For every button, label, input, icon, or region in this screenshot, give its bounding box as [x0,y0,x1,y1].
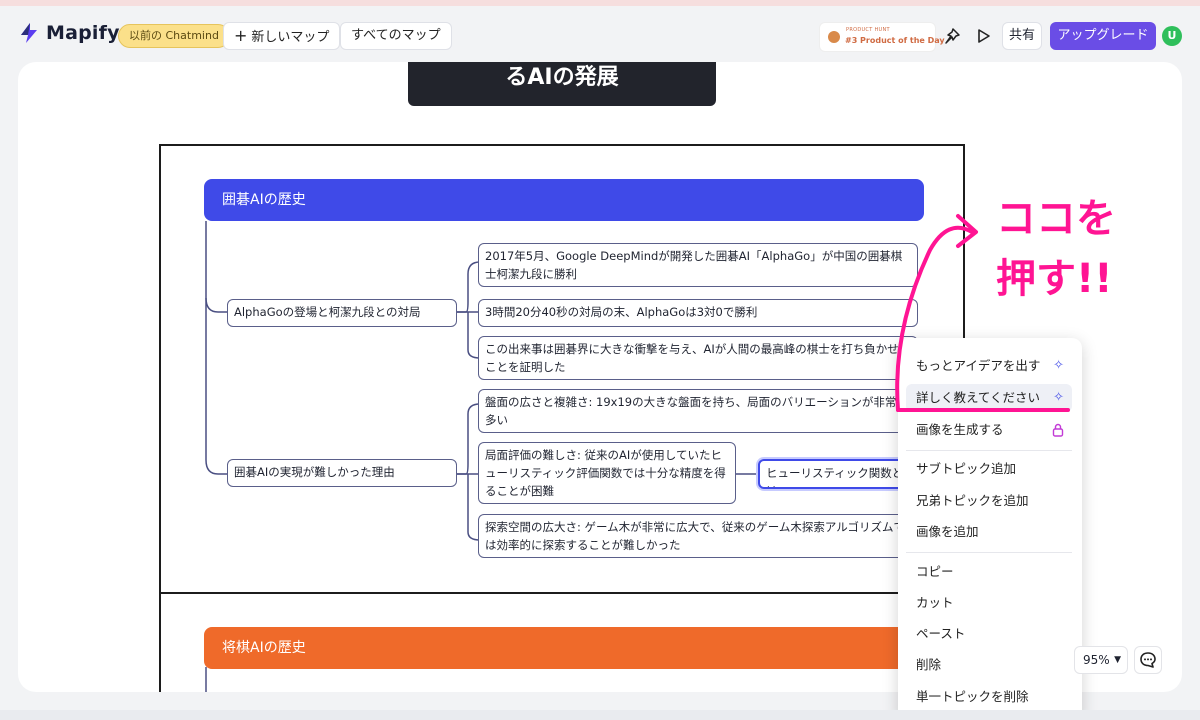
menu-item-add-subtopic[interactable]: サブトピック追加 [906,455,1072,483]
detail-difficulty-2[interactable]: 局面評価の難しさ: 従来のAIが使用していたヒューリスティック評価関数では十分な… [478,442,736,504]
selected-node-heuristic[interactable]: ヒューリスティック関数とは [758,459,918,489]
product-hunt-main-text: #3 Product of the Day [845,36,945,45]
menu-separator [906,450,1072,451]
pin-button[interactable] [940,24,964,48]
medal-icon [828,31,840,43]
menu-item-paste[interactable]: ペースト [906,620,1072,648]
mapify-logo-icon [21,23,37,43]
menu-item-generate-image[interactable]: 画像を生成する [906,416,1072,444]
menu-item-label: もっとアイデアを出す [916,358,1041,373]
sparkle-icon: ✧ [1053,390,1064,405]
new-map-label: 新しいマップ [251,30,330,45]
detail-alphago-2[interactable]: 3時間20分40秒の対局の末、AlphaGoは3対0で勝利 [478,299,918,327]
topic-alphago[interactable]: AlphaGoの登場と柯潔九段との対局 [227,299,457,327]
sparkle-icon: ✧ [1053,358,1064,373]
topic-difficulty[interactable]: 囲碁AIの実現が難しかった理由 [227,459,457,487]
menu-separator [906,552,1072,553]
menu-item-cut[interactable]: カット [906,589,1072,617]
share-button[interactable]: 共有 [1002,22,1042,50]
new-map-button[interactable]: + 新しいマップ [223,22,341,50]
chatmind-badge[interactable]: 以前の Chatmind [118,24,230,48]
zoom-level: 95% [1083,653,1110,667]
all-maps-button[interactable]: すべてのマップ [340,22,452,50]
menu-item-delete[interactable]: 削除 [906,651,1072,679]
detail-difficulty-3[interactable]: 探索空間の広大さ: ゲーム木が非常に広大で、従来のゲーム木探索アルゴリズムでは効… [478,514,918,558]
logo-text: Mapify [46,22,120,44]
plus-icon: + [234,26,248,45]
app-header: Mapify 以前の Chatmind + 新しいマップ すべてのマップ PROD… [0,6,1200,58]
menu-item-more-ideas[interactable]: もっとアイデアを出す ✧ [906,352,1072,380]
os-taskbar [0,710,1200,720]
menu-item-add-sibling[interactable]: 兄弟トピックを追加 [906,487,1072,515]
user-avatar[interactable]: U [1162,26,1182,46]
menu-item-label: 詳しく教えてください [916,390,1041,405]
zoom-control[interactable]: 95% ▼ [1074,646,1128,674]
mapify-logo[interactable]: Mapify [18,22,120,44]
product-hunt-small-text: PRODUCT HUNT [846,27,890,33]
chevron-down-icon: ▼ [1114,655,1121,665]
menu-item-delete-single[interactable]: 単一トピックを削除 [906,683,1072,711]
menu-item-explain-more[interactable]: 詳しく教えてください ✧ [906,384,1072,412]
present-button[interactable] [972,24,996,48]
chat-button[interactable] [1134,646,1162,674]
menu-item-add-image[interactable]: 画像を追加 [906,518,1072,546]
play-icon [978,29,990,43]
upgrade-button[interactable]: アップグレード [1050,22,1156,50]
detail-alphago-1[interactable]: 2017年5月、Google DeepMindが開発した囲碁AI「AlphaGo… [478,243,918,287]
context-menu: もっとアイデアを出す ✧ 詳しく教えてください ✧ 画像を生成する サブトピック… [898,338,1082,720]
chat-icon [1140,652,1156,668]
lock-icon [1052,416,1064,447]
pin-icon [945,28,960,44]
menu-item-label: 画像を生成する [916,422,1004,437]
product-hunt-badge[interactable]: PRODUCT HUNT #3 Product of the Day [819,22,945,52]
detail-difficulty-1[interactable]: 盤面の広さと複雑さ: 19x19の大きな盤面を持ち、局面のバリエーションが非常に… [478,389,918,433]
menu-item-copy[interactable]: コピー [906,558,1072,586]
detail-alphago-3[interactable]: この出来事は囲碁界に大きな衝撃を与え、AIが人間の最高峰の棋士を打ち負かせること… [478,336,918,380]
